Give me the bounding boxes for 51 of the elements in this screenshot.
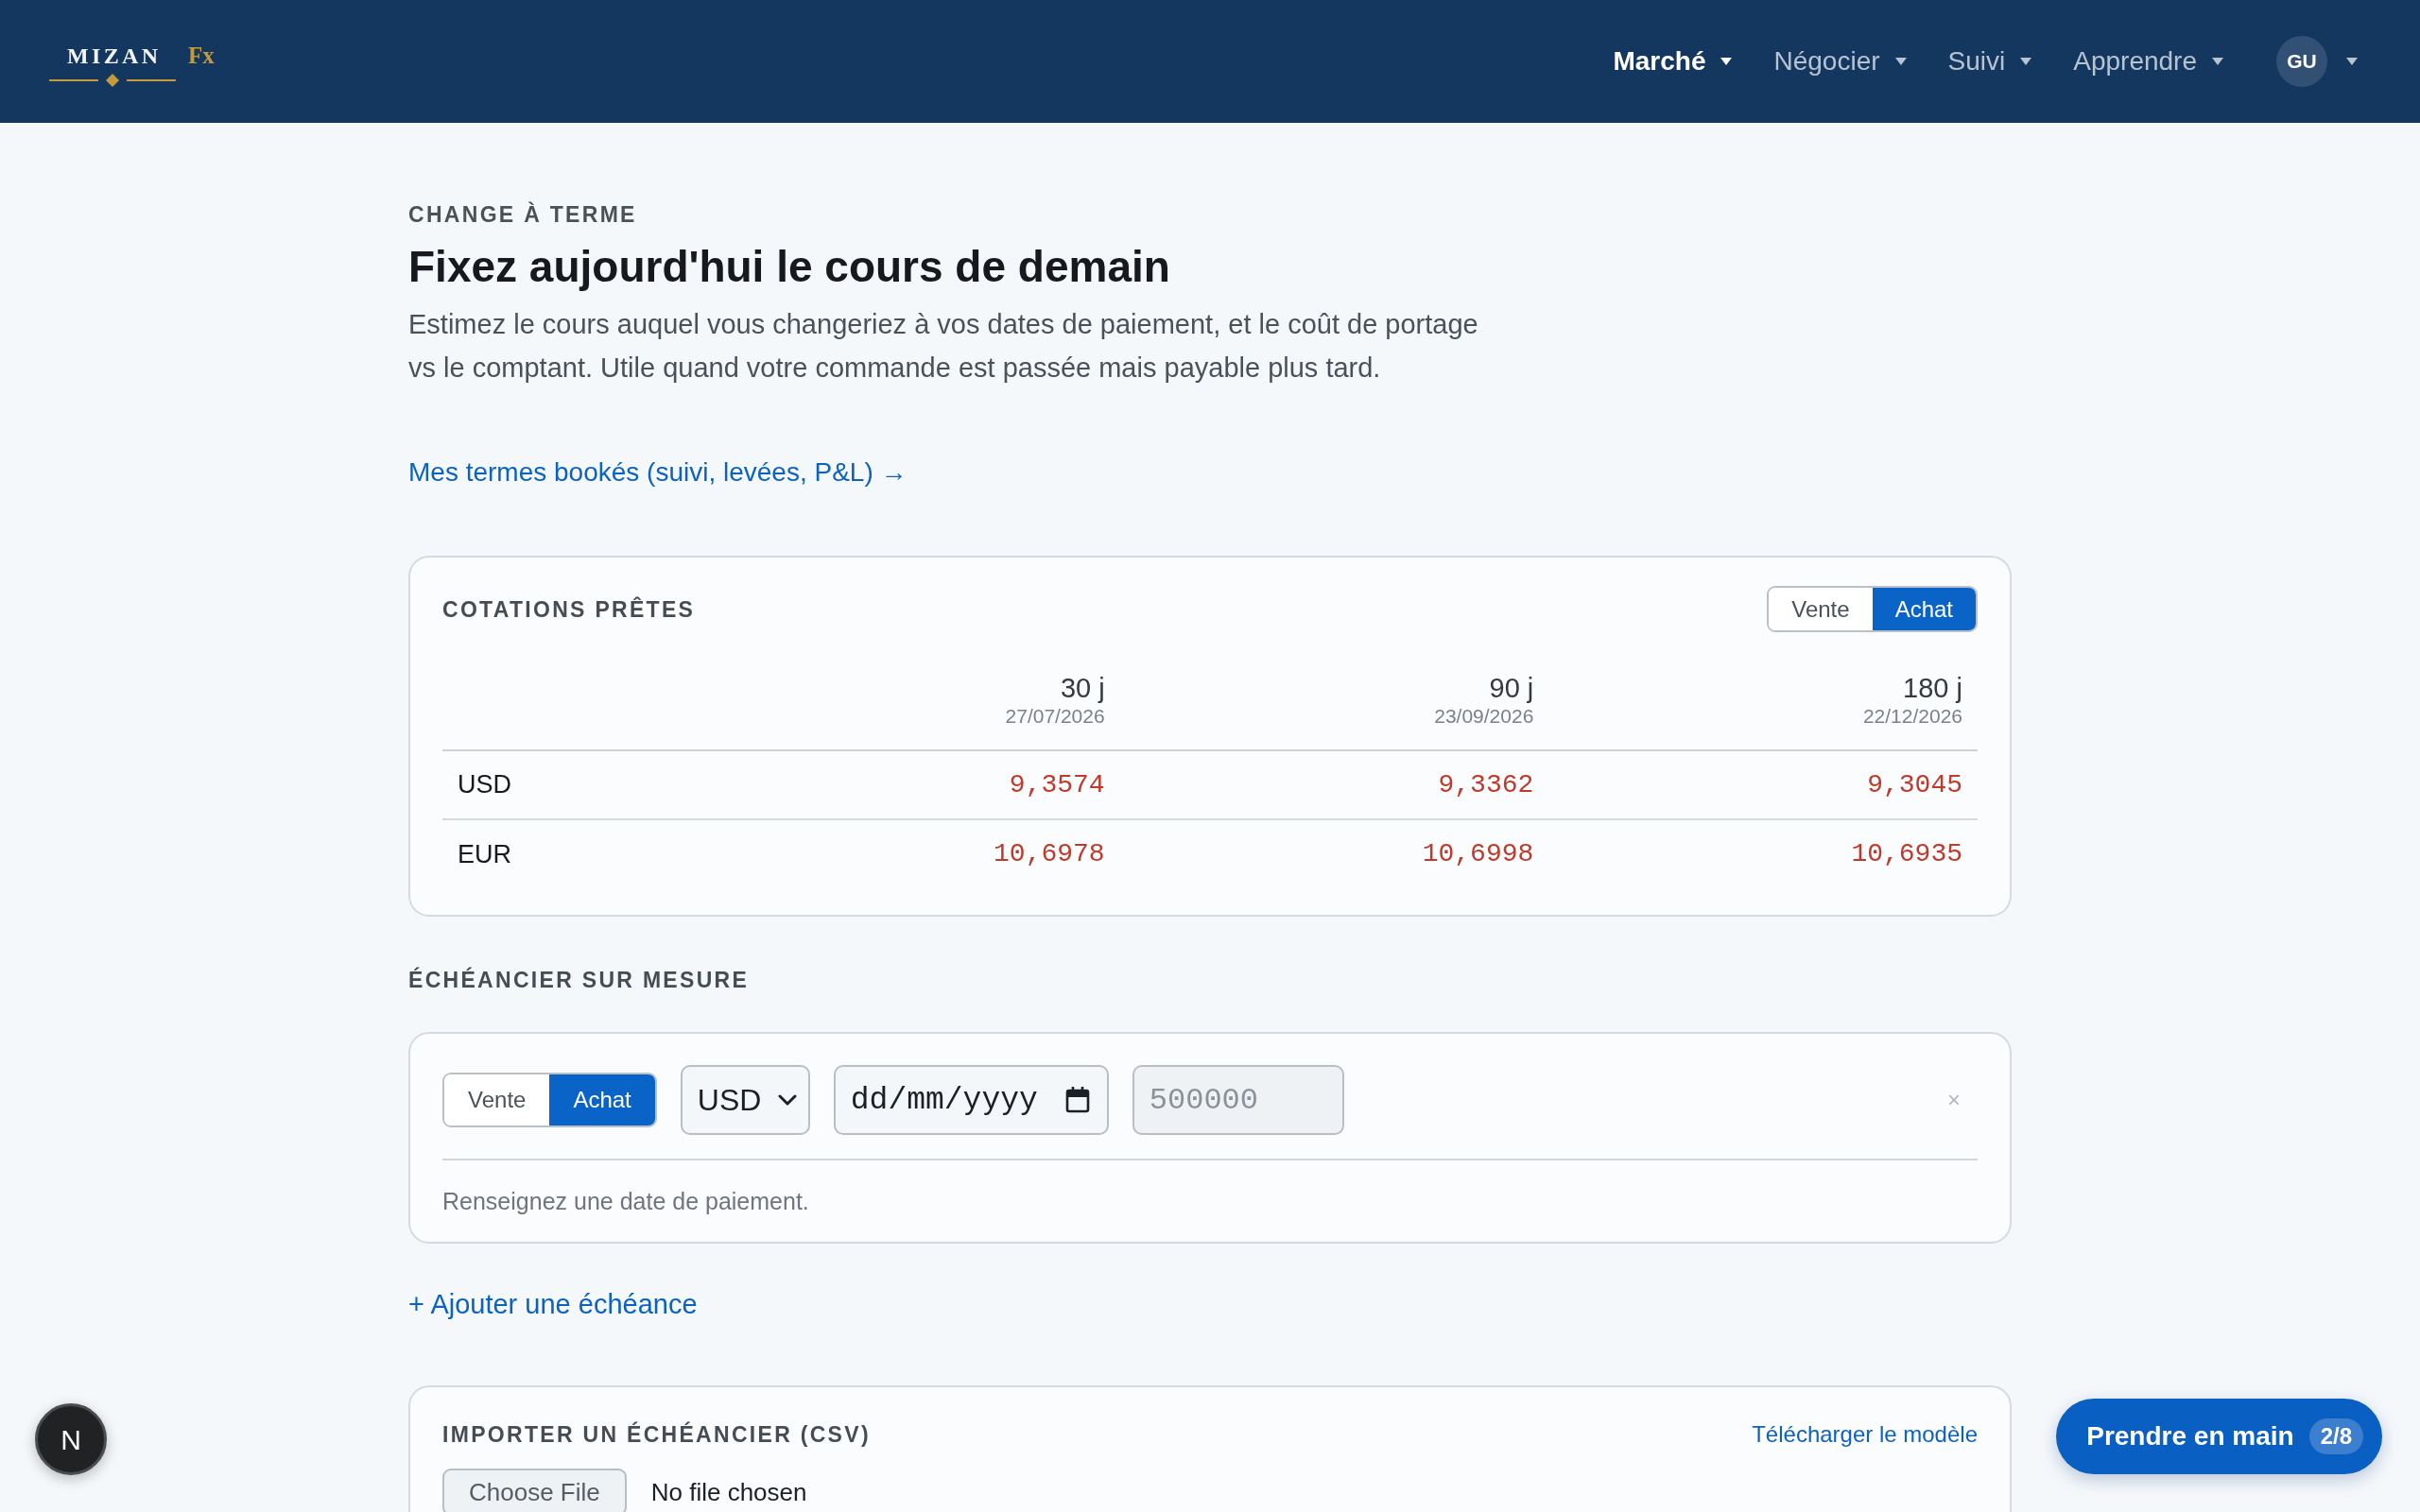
date-label: 23/09/2026: [1433, 704, 1534, 729]
tenor-label: 90 j: [1488, 672, 1534, 704]
menu-item[interactable]: Apprendre: [2052, 42, 2244, 81]
tenor-label: 30 j: [1059, 672, 1105, 704]
rate-cell: 9,3574: [691, 750, 1120, 819]
tenor-label: 180 j: [1902, 672, 1962, 704]
file-status-text: No file chosen: [650, 1480, 807, 1504]
rate-cell: 9,3045: [1548, 750, 1978, 819]
download-template-link[interactable]: Télécharger le modèle: [1752, 1418, 1978, 1452]
caret-down-icon: [1720, 58, 1733, 65]
logo-text: MIZAN: [65, 43, 162, 67]
tour-button[interactable]: Prendre en main 2/8: [2056, 1399, 2382, 1474]
logo-suffix: Fx: [188, 43, 215, 67]
avatar[interactable]: GU: [2276, 36, 2327, 87]
chevron-down-icon: [777, 1094, 797, 1106]
calendar-icon[interactable]: [1064, 1087, 1090, 1113]
caret-down-icon[interactable]: [2346, 58, 2358, 65]
caret-down-icon: [2020, 58, 2032, 65]
date-field[interactable]: dd/mm/yyyy: [833, 1065, 1109, 1135]
add-maturity-link[interactable]: + Ajouter une échéance: [408, 1287, 698, 1321]
page-title: Fixez aujourd'hui le cours de demain: [408, 241, 1171, 293]
menu-item[interactable]: Négocier: [1753, 42, 1927, 81]
toggle-option[interactable]: Achat: [1872, 588, 1976, 630]
segmented-control[interactable]: Vente Achat: [1767, 586, 1978, 632]
choose-file-button[interactable]: Choose File: [442, 1469, 627, 1512]
section-title: COTATIONS PRÊTES: [442, 595, 696, 624]
eyebrow-text: CHANGE À TERME: [408, 200, 638, 229]
menu-item[interactable]: Suivi: [1927, 42, 2053, 81]
diamond-rule-icon: [49, 73, 176, 87]
currency-cell: USD: [442, 750, 691, 819]
caret-down-icon: [1894, 58, 1907, 65]
step-badge: 2/8: [2308, 1418, 2363, 1454]
toggle-option[interactable]: Achat: [549, 1074, 655, 1125]
caret-down-icon: [2212, 58, 2223, 65]
date-label: 22/12/2026: [1861, 704, 1962, 729]
rate-cell: 9,3362: [1119, 750, 1549, 819]
segmented-control[interactable]: Vente Achat: [442, 1073, 657, 1127]
currency-cell: EUR: [442, 819, 691, 888]
booked-forwards-link[interactable]: Mes termes bookés (suivi, levées, P&L) →: [408, 455, 908, 490]
hint-text: Renseignez une date de paiement.: [442, 1187, 810, 1215]
section-title: IMPORTER UN ÉCHÉANCIER (CSV): [442, 1420, 871, 1449]
floating-circle-button[interactable]: N: [35, 1403, 107, 1475]
amount-field[interactable]: 500000: [1132, 1065, 1344, 1135]
rate-cell: 10,6935: [1548, 819, 1978, 888]
date-label: 27/07/2026: [1004, 704, 1105, 729]
rate-cell: 10,6978: [691, 819, 1120, 888]
section-title: ÉCHÉANCIER SUR MESURE: [408, 966, 751, 994]
description-text: Estimez le cours auquel vous changeriez à vos dates de paiement, et le coût de portage vs le comptant. Utile quand votre commande est passée mais payable plus tard.: [408, 308, 1479, 385]
currency-select[interactable]: USD: [680, 1065, 810, 1135]
rate-cell: 10,6998: [1119, 819, 1549, 888]
menu-item[interactable]: Marché: [1592, 42, 1754, 81]
